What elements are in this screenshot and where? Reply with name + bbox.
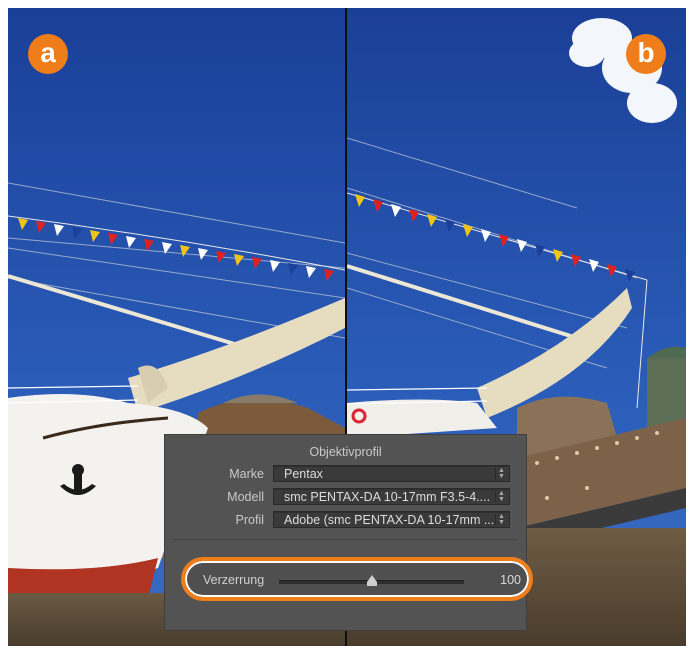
up-down-arrows-icon: ▲ ▼ [495, 467, 507, 480]
badge-a: a [28, 34, 68, 74]
up-down-arrows-icon: ▲ ▼ [495, 513, 507, 526]
panel-title: Objektivprofil [309, 445, 382, 459]
label-modell: Modell [227, 490, 264, 504]
select-modell[interactable]: smc PENTAX-DA 10-17mm F3.5-4.... ▲ ▼ [273, 488, 510, 505]
up-down-arrows-icon: ▲ ▼ [495, 490, 507, 503]
select-profil-value: Adobe (smc PENTAX-DA 10-17mm ... [284, 513, 495, 527]
comparison-frame: a b Objektivprofil Marke Pentax ▲ ▼ Model… [8, 8, 686, 646]
slider-value[interactable]: 100 [500, 573, 521, 587]
slider-label: Verzerrung [203, 573, 265, 587]
label-profil: Profil [235, 513, 264, 527]
slider-thumb-icon[interactable] [366, 575, 377, 586]
verzerrung-slider-row: Verzerrung 100 [181, 557, 533, 601]
select-profil[interactable]: Adobe (smc PENTAX-DA 10-17mm ... ▲ ▼ [273, 511, 510, 528]
select-marke-value: Pentax [284, 467, 323, 481]
select-marke[interactable]: Pentax ▲ ▼ [273, 465, 510, 482]
badge-b: b [626, 34, 666, 74]
label-marke: Marke [229, 467, 264, 481]
panel-separator [173, 539, 518, 540]
select-modell-value: smc PENTAX-DA 10-17mm F3.5-4.... [284, 490, 491, 504]
